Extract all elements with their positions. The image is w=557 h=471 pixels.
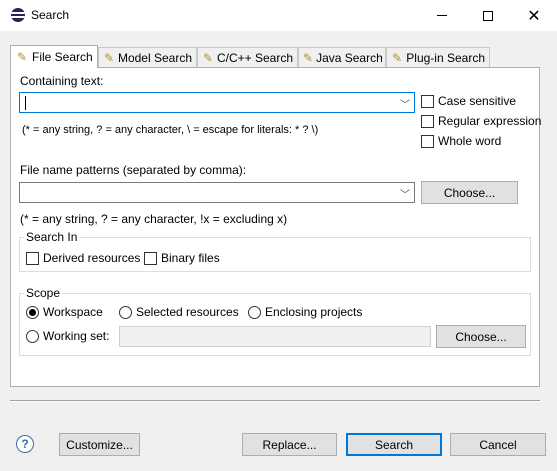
tab-file-search[interactable]: ✎ File Search: [10, 45, 98, 68]
scope-title: Scope: [24, 286, 63, 300]
containing-text-input[interactable]: ﹀: [19, 92, 415, 113]
checkbox-box[interactable]: [421, 114, 434, 128]
help-icon[interactable]: ?: [16, 435, 34, 453]
replace-button[interactable]: Replace...: [242, 433, 337, 456]
file-search-icon: ✎: [16, 50, 28, 64]
checkbox-box[interactable]: [26, 251, 39, 265]
maximize-button[interactable]: [465, 0, 511, 31]
binary-files-checkbox[interactable]: Binary files: [144, 251, 220, 265]
radio-button[interactable]: [119, 305, 132, 319]
tab-cpp-search[interactable]: ✎ C/C++ Search: [197, 47, 298, 68]
binary-files-label: Binary files: [161, 251, 220, 265]
whole-word-checkbox[interactable]: Whole word: [421, 134, 501, 148]
close-icon: ✕: [527, 7, 541, 25]
title-bar: Search ✕: [0, 0, 557, 31]
workspace-radio[interactable]: Workspace: [26, 305, 103, 319]
tab-label: File Search: [32, 50, 93, 64]
checkbox-box[interactable]: [421, 134, 434, 148]
file-patterns-input[interactable]: ﹀: [19, 182, 415, 203]
customize-button[interactable]: Customize...: [59, 433, 140, 456]
maximize-icon: [483, 10, 493, 21]
close-button[interactable]: ✕: [511, 0, 557, 31]
search-tabs: ✎ File Search ✎ Model Search ✎ C/C++ Sea…: [10, 45, 540, 68]
enclosing-projects-label: Enclosing projects: [265, 305, 363, 319]
cpp-search-icon: ✎: [202, 51, 213, 65]
tab-java-search[interactable]: ✎ Java Search: [298, 47, 386, 68]
java-search-icon: ✎: [303, 51, 314, 65]
plugin-search-icon: ✎: [392, 51, 403, 65]
file-patterns-hint: (* = any string, ? = any character, !x =…: [20, 212, 288, 226]
search-button[interactable]: Search: [346, 433, 442, 456]
checkbox-box[interactable]: [421, 94, 434, 108]
footer-separator: [10, 400, 540, 402]
working-set-radio[interactable]: Working set:: [26, 329, 109, 343]
case-sensitive-checkbox[interactable]: Case sensitive: [421, 94, 516, 108]
cancel-button[interactable]: Cancel: [450, 433, 546, 456]
derived-resources-label: Derived resources: [43, 251, 141, 265]
radio-button[interactable]: [248, 305, 261, 319]
tab-label: Java Search: [316, 51, 383, 65]
regular-expression-label: Regular expression: [438, 114, 542, 128]
containing-text-hint: (* = any string, ? = any character, \ = …: [22, 124, 319, 136]
checkbox-box[interactable]: [144, 251, 157, 265]
chevron-down-icon[interactable]: ﹀: [400, 96, 410, 111]
tab-label: Model Search: [117, 51, 192, 65]
radio-button[interactable]: [26, 329, 39, 343]
derived-resources-checkbox[interactable]: Derived resources: [26, 251, 140, 265]
selected-resources-label: Selected resources: [136, 305, 239, 319]
minimize-button[interactable]: [419, 0, 465, 31]
model-search-icon: ✎: [103, 51, 114, 65]
selected-resources-radio[interactable]: Selected resources: [119, 305, 239, 319]
tab-plugin-search[interactable]: ✎ Plug-in Search: [386, 47, 490, 68]
regular-expression-checkbox[interactable]: Regular expression: [421, 114, 541, 128]
tab-label: C/C++ Search: [216, 51, 293, 65]
window-title: Search: [31, 8, 70, 22]
search-in-title: Search In: [24, 230, 80, 244]
text-caret: [25, 96, 26, 110]
containing-text-label: Containing text:: [20, 74, 104, 88]
workspace-label: Workspace: [43, 305, 103, 319]
working-set-label: Working set:: [43, 329, 110, 343]
file-patterns-label: File name patterns (separated by comma):: [20, 163, 247, 177]
case-sensitive-label: Case sensitive: [438, 94, 517, 108]
eclipse-icon: [11, 8, 25, 22]
tab-label: Plug-in Search: [406, 51, 485, 65]
whole-word-label: Whole word: [438, 134, 502, 148]
working-set-field: [119, 326, 431, 347]
radio-button[interactable]: [26, 305, 39, 319]
choose-patterns-button[interactable]: Choose...: [421, 181, 518, 204]
tab-model-search[interactable]: ✎ Model Search: [98, 47, 197, 68]
minimize-icon: [437, 15, 447, 16]
enclosing-projects-radio[interactable]: Enclosing projects: [248, 305, 362, 319]
chevron-down-icon[interactable]: ﹀: [400, 186, 410, 201]
choose-working-set-button[interactable]: Choose...: [436, 325, 526, 348]
